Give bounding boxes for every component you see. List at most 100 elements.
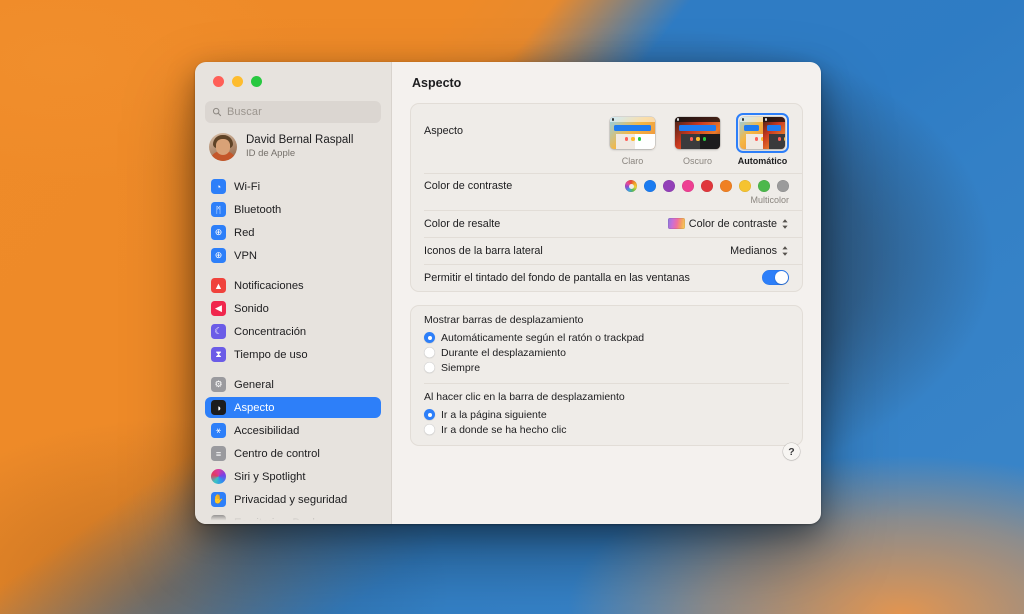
scrollbar-click-option-label: Ir a donde se ha hecho clic — [441, 423, 567, 436]
appearance-option-label: Oscuro — [682, 156, 712, 166]
control-center-icon: ≡ — [211, 446, 226, 461]
show-scrollbars-option[interactable]: Automáticamente según el ratón o trackpa… — [424, 330, 789, 345]
apple-id-profile-item[interactable]: David Bernal Raspall ID de Apple — [205, 123, 381, 167]
search-icon — [212, 107, 222, 117]
contrast-swatch-blue[interactable] — [644, 180, 656, 192]
show-scrollbars-option-label: Siempre — [441, 361, 481, 374]
sidebar-item-label: Privacidad y seguridad — [234, 493, 348, 506]
radio-button[interactable] — [424, 409, 435, 420]
speaker-icon: ◀ — [211, 301, 226, 316]
show-scrollbars-option[interactable]: Siempre — [424, 360, 789, 375]
contrast-swatch-green[interactable] — [758, 180, 770, 192]
sidebar-item-notificaciones[interactable]: ▲ Notificaciones — [205, 275, 381, 296]
sidebar-nav: ◔ Wi-Fi ᛗ Bluetooth ⊕ Red ⊕ VPN ▲ Notificaciones ◀… — [205, 176, 381, 524]
radio-button[interactable] — [424, 347, 435, 358]
accessibility-icon: ⚹ — [211, 423, 226, 438]
minimize-button[interactable] — [232, 76, 243, 87]
close-button[interactable] — [213, 76, 224, 87]
sidebar-item-label: Tiempo de uso — [234, 348, 308, 361]
sidebar-item-label: Escritorio y Dock — [234, 516, 318, 525]
toggle-knob — [774, 270, 788, 285]
siri-icon — [211, 469, 226, 484]
window-traffic-lights — [205, 62, 381, 98]
sidebar-item-label: Concentración — [234, 325, 307, 338]
appearance-option-light[interactable]: Claro — [606, 113, 659, 166]
maximize-button[interactable] — [251, 76, 262, 87]
appearance-icon: ◑ — [211, 400, 226, 415]
appearance-option-dark[interactable]: Oscuro — [671, 113, 724, 166]
radio-button[interactable] — [424, 362, 435, 373]
sidebar-item-label: Wi-Fi — [234, 180, 261, 193]
radio-button[interactable] — [424, 332, 435, 343]
sidebar-item-red[interactable]: ⊕ Red — [205, 222, 381, 243]
contrast-swatch-red[interactable] — [701, 180, 713, 192]
appearance-thumb-wrap — [671, 113, 724, 153]
sidebar-item-siri-y-spotlight[interactable]: Siri y Spotlight — [205, 466, 381, 487]
system-settings-window: Buscar David Bernal Raspall ID de Apple … — [195, 62, 821, 524]
bell-icon: ▲ — [211, 278, 226, 293]
show-scrollbars-option-label: Durante el desplazamiento — [441, 346, 566, 359]
show-scrollbars-option[interactable]: Durante el desplazamiento — [424, 345, 789, 360]
contrast-swatch-yellow[interactable] — [739, 180, 751, 192]
contrast-swatch-orange[interactable] — [720, 180, 732, 192]
sidebar-item-centro-de-control[interactable]: ≡ Centro de control — [205, 443, 381, 464]
sidebar-item-bluetooth[interactable]: ᛗ Bluetooth — [205, 199, 381, 220]
chevron-up-down-icon — [781, 218, 789, 230]
appearance-option-auto[interactable]: Automático — [736, 113, 789, 166]
appearance-thumbnail-auto — [740, 117, 785, 149]
desktop-dock-icon: ▭ — [211, 515, 226, 524]
sidebar-item-label: Sonido — [234, 302, 269, 315]
sidebar-icon-size-row: Iconos de la barra lateral Medianos — [411, 237, 802, 264]
radio-button[interactable] — [424, 424, 435, 435]
bluetooth-icon: ᛗ — [211, 202, 226, 217]
contrast-color-label: Color de contraste — [424, 180, 513, 192]
appearance-option-label: Claro — [621, 156, 644, 166]
appearance-row: Aspecto Claro Oscuro Automático — [411, 104, 802, 173]
help-button[interactable]: ? — [783, 443, 800, 460]
contrast-swatch-multicolor[interactable] — [625, 180, 637, 192]
sidebar-item-general[interactable]: ⚙ General — [205, 374, 381, 395]
highlight-color-label: Color de resalte — [424, 217, 501, 230]
sidebar-item-label: Red — [234, 226, 255, 239]
sidebar-item-privacidad-y-seguridad[interactable]: ✋ Privacidad y seguridad — [205, 489, 381, 510]
contrast-swatch-graphite[interactable] — [777, 180, 789, 192]
sidebar-item-label: Centro de control — [234, 447, 320, 460]
search-field[interactable]: Buscar — [205, 101, 381, 123]
sidebar-item-vpn[interactable]: ⊕ VPN — [205, 245, 381, 266]
contrast-swatch-pink[interactable] — [682, 180, 694, 192]
contrast-swatch-purple[interactable] — [663, 180, 675, 192]
chevron-up-down-icon — [781, 245, 789, 257]
wallpaper-tinting-label: Permitir el tintado del fondo de pantall… — [424, 271, 690, 284]
sidebar: Buscar David Bernal Raspall ID de Apple … — [195, 62, 391, 524]
show-scrollbars-title: Mostrar barras de desplazamiento — [424, 314, 584, 326]
sidebar-group-0: ◔ Wi-Fi ᛗ Bluetooth ⊕ Red ⊕ VPN — [205, 176, 381, 266]
sidebar-icon-size-select[interactable]: Medianos — [730, 245, 789, 257]
scrollbar-click-option[interactable]: Ir a la página siguiente — [424, 407, 789, 422]
appearance-thumbnail-dark — [675, 117, 720, 149]
avatar — [209, 133, 237, 161]
sidebar-item-aspecto[interactable]: ◑ Aspecto — [205, 397, 381, 418]
profile-text: David Bernal Raspall ID de Apple — [246, 134, 353, 159]
contrast-color-swatches — [625, 180, 789, 192]
gear-icon: ⚙ — [211, 377, 226, 392]
scrollbar-click-options: Ir a la página siguiente Ir a donde se ha… — [424, 407, 789, 437]
sidebar-icon-size-label: Iconos de la barra lateral — [424, 244, 543, 257]
sidebar-item-sonido[interactable]: ◀ Sonido — [205, 298, 381, 319]
sidebar-item-tiempo-de-uso[interactable]: ⧗ Tiempo de uso — [205, 344, 381, 365]
highlight-color-select[interactable]: Color de contraste — [667, 218, 789, 230]
show-scrollbars-section: Mostrar barras de desplazamiento Automát… — [411, 306, 802, 383]
wallpaper-tinting-toggle[interactable] — [762, 269, 789, 286]
sidebar-item-concentraci-n[interactable]: ☾ Concentración — [205, 321, 381, 342]
profile-name: David Bernal Raspall — [246, 134, 354, 147]
sidebar-item-label: Notificaciones — [234, 279, 304, 292]
sidebar-item-accesibilidad[interactable]: ⚹ Accesibilidad — [205, 420, 381, 441]
sidebar-item-escritorio-y-dock[interactable]: ▭ Escritorio y Dock — [205, 512, 381, 524]
sidebar-group-2: ⚙ General ◑ Aspecto ⚹ Accesibilidad ≡ Centro de… — [205, 374, 381, 524]
scrollbar-click-option[interactable]: Ir a donde se ha hecho clic — [424, 422, 789, 437]
highlight-color-row: Color de resalte Color de contraste — [411, 210, 802, 237]
vpn-icon: ⊕ — [211, 248, 226, 263]
sidebar-item-label: Siri y Spotlight — [234, 470, 306, 483]
search-input[interactable]: Buscar — [227, 106, 262, 118]
appearance-label: Aspecto — [424, 125, 464, 137]
sidebar-item-wi-fi[interactable]: ◔ Wi-Fi — [205, 176, 381, 197]
